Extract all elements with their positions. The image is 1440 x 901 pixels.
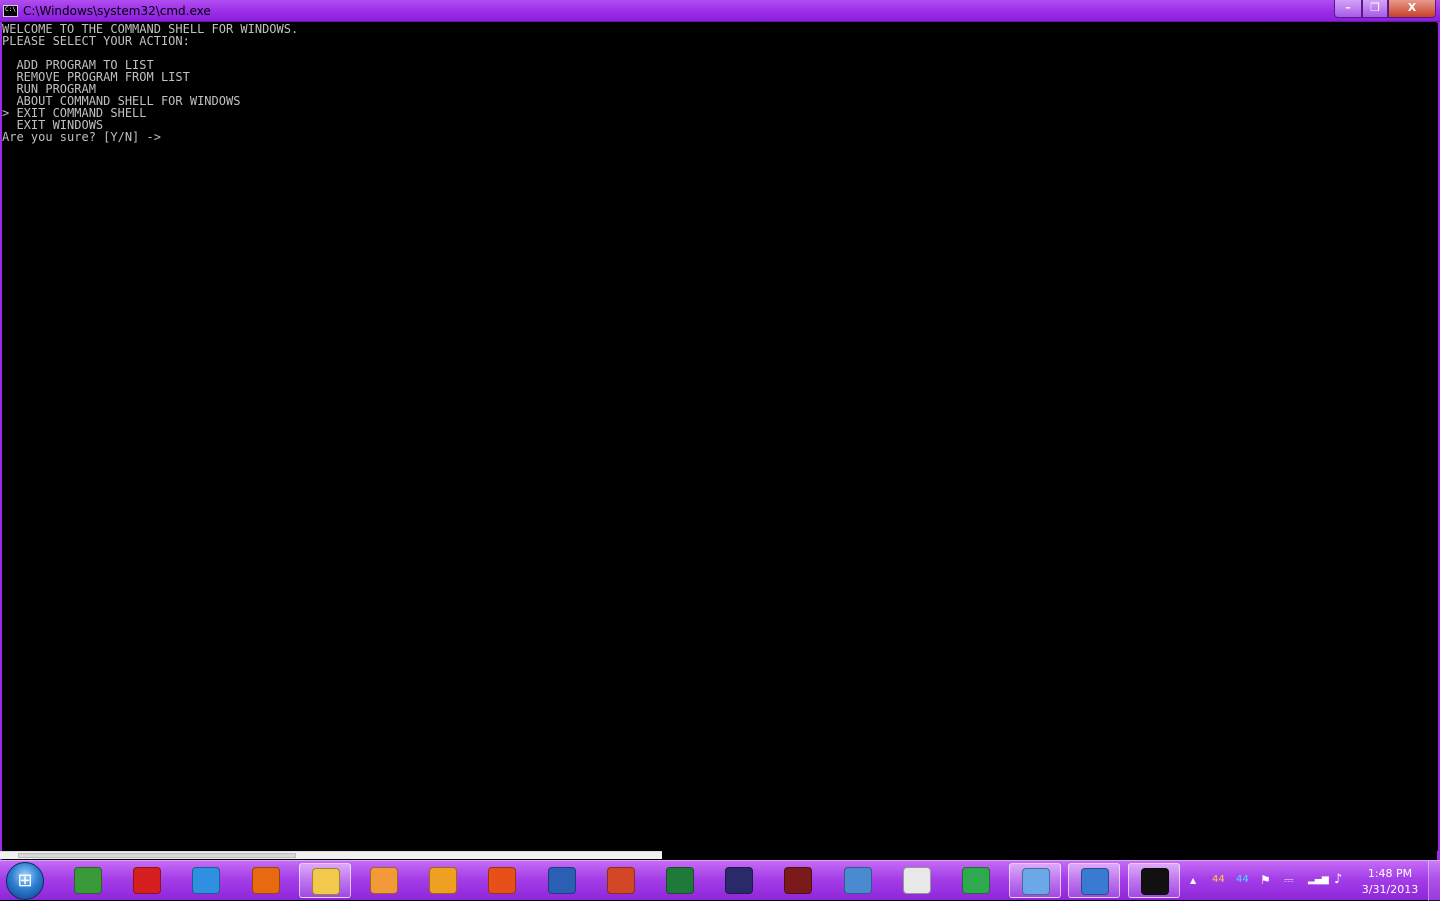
powerpoint-icon xyxy=(607,867,635,894)
join-me-icon xyxy=(429,867,457,894)
minimize-button[interactable]: – xyxy=(1334,0,1362,18)
computer-monitor-icon xyxy=(74,867,102,894)
taskbar-item[interactable] xyxy=(476,863,528,898)
cmd-window[interactable]: C:\ C:\Windows\system32\cmd.exe – ❐ X WE… xyxy=(0,0,1440,860)
taskbar-item[interactable] xyxy=(1128,863,1180,898)
restore-button[interactable]: ❐ xyxy=(1362,0,1388,18)
solitaire-cards-icon xyxy=(903,867,931,894)
power-plug-icon[interactable]: ⎓ xyxy=(1284,873,1294,887)
console-output: WELCOME TO THE COMMAND SHELL FOR WINDOWS… xyxy=(2,23,298,143)
taskbar-item[interactable] xyxy=(240,863,292,898)
clock-date[interactable]: 3/31/2013 xyxy=(1360,883,1420,897)
windows-logo-icon: ⊞ xyxy=(17,870,33,891)
control-panel-icon xyxy=(1081,868,1109,895)
taskbar-item[interactable] xyxy=(1009,863,1061,898)
headphones-icon xyxy=(725,867,753,894)
taskbar-item[interactable] xyxy=(62,863,114,898)
taskbar-item[interactable] xyxy=(358,863,410,898)
app-red-blue-icon xyxy=(133,867,161,894)
file-explorer-icon xyxy=(312,868,340,895)
taskbar-item[interactable] xyxy=(654,863,706,898)
excel-icon xyxy=(666,867,694,894)
cmd-icon[interactable]: C:\ xyxy=(3,5,18,17)
window-titlebar[interactable]: C:\ C:\Windows\system32\cmd.exe – ❐ X xyxy=(0,0,1440,22)
taskbar-item[interactable] xyxy=(180,863,232,898)
taskbar-item[interactable] xyxy=(417,863,469,898)
console-line: PLEASE SELECT YOUR ACTION: xyxy=(2,34,190,48)
show-desktop-button[interactable] xyxy=(1428,861,1440,901)
action-center-flag-icon[interactable]: ⚑ xyxy=(1260,873,1271,887)
taskbar-item[interactable] xyxy=(713,863,765,898)
office-logo-icon xyxy=(488,867,516,894)
horizontal-scrollbar[interactable] xyxy=(0,851,662,859)
console-line: Are you sure? [Y/N] -> xyxy=(2,130,161,144)
window-title: C:\Windows\system32\cmd.exe xyxy=(23,4,211,18)
cmd-icon-label: C:\ xyxy=(5,6,16,13)
paint-palette-icon xyxy=(1022,868,1050,895)
taskbar-item[interactable] xyxy=(891,863,943,898)
console-area[interactable]: WELCOME TO THE COMMAND SHELL FOR WINDOWS… xyxy=(2,23,1438,851)
show-hidden-icons-button[interactable]: ▲ xyxy=(1190,874,1196,888)
taskbar-item[interactable] xyxy=(772,863,824,898)
start-button[interactable]: ⊞ xyxy=(6,862,44,900)
volume-speaker-icon[interactable]: ♪ xyxy=(1334,873,1342,887)
clock-time[interactable]: 1:48 PM xyxy=(1360,867,1420,881)
close-button[interactable]: X xyxy=(1388,0,1436,18)
chrome-icon xyxy=(962,867,990,894)
user-worker-icon xyxy=(844,867,872,894)
firefox-icon xyxy=(252,867,280,894)
network-signal-icon[interactable]: ▂▄▆ xyxy=(1308,873,1329,887)
taskbar-item[interactable] xyxy=(121,863,173,898)
media-player-icon xyxy=(370,867,398,894)
scrollbar-thumb[interactable] xyxy=(18,853,296,858)
command-prompt-icon xyxy=(1141,868,1169,895)
internet-explorer-icon xyxy=(192,867,220,894)
taskbar-item[interactable] xyxy=(595,863,647,898)
film-strip-icon xyxy=(784,867,812,894)
word-icon xyxy=(548,867,576,894)
taskbar-item[interactable] xyxy=(299,863,351,898)
tray-indicator-1[interactable]: 44 xyxy=(1212,873,1225,887)
taskbar-item[interactable] xyxy=(1068,863,1120,898)
taskbar: ⊞ ▲ 44 44 ⚑ ⎓ ▂▄▆ ♪ 1:48 PM 3/31/2013 xyxy=(0,860,1440,901)
taskbar-item[interactable] xyxy=(536,863,588,898)
taskbar-item[interactable] xyxy=(832,863,884,898)
taskbar-item[interactable] xyxy=(950,863,1002,898)
tray-indicator-2[interactable]: 44 xyxy=(1236,873,1249,887)
